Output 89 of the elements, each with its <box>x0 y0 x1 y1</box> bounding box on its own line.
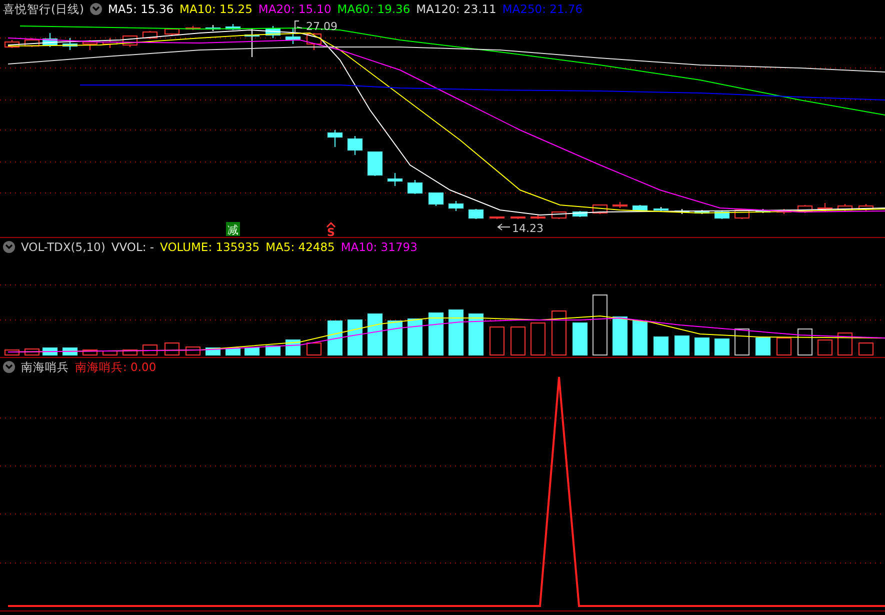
candlestick <box>102 38 118 48</box>
candlestick <box>468 208 484 220</box>
candlestick <box>572 210 588 218</box>
dropdown-icon[interactable] <box>90 3 102 15</box>
candlestick <box>694 210 710 214</box>
volume-bar <box>428 312 444 356</box>
volume-bar <box>756 338 770 356</box>
signal-marker: S <box>327 226 335 237</box>
legend-value: MA5: 15.36 <box>108 2 174 16</box>
candlestick <box>328 130 342 148</box>
candlestick <box>82 40 98 50</box>
volume-bar <box>674 336 690 356</box>
volume-bar <box>572 322 588 356</box>
arrow-icon <box>497 224 510 230</box>
volume-bar <box>4 350 20 356</box>
candlestick <box>654 206 668 212</box>
pane-title: 喜悦智行(日线) <box>3 2 84 16</box>
volume-bar <box>490 326 504 356</box>
volume-bar <box>186 346 200 356</box>
volume-bar <box>612 316 628 356</box>
volume-bar <box>654 336 668 356</box>
legend-value: MA120: 23.11 <box>416 2 496 16</box>
volume-bar <box>368 314 382 356</box>
candlestick <box>388 172 402 186</box>
candlestick <box>756 208 770 214</box>
volume-bar <box>266 346 280 356</box>
volume-bar <box>448 310 464 356</box>
caret-icon <box>326 222 336 228</box>
legend-value: MA10: 31793 <box>340 240 418 254</box>
volume-bar <box>408 318 422 356</box>
volume-bar <box>142 344 158 356</box>
volume-bar <box>468 314 484 356</box>
volume-bar <box>306 342 322 356</box>
candlestick <box>286 28 300 44</box>
volume-bar <box>694 338 710 356</box>
volume-bar <box>798 328 812 356</box>
candlestick <box>632 204 648 212</box>
volume-bar <box>244 348 260 356</box>
candlestick <box>798 204 812 214</box>
candlestick <box>4 40 20 48</box>
legend-value: 南海哨兵: 0.00 <box>75 360 156 374</box>
candlestick <box>428 192 444 206</box>
candlestick <box>42 32 58 48</box>
signal-marker: 减 <box>226 222 240 236</box>
candlestick <box>530 214 546 220</box>
volume-bar <box>734 328 750 356</box>
volume-bar <box>328 320 342 356</box>
volume-bar <box>632 320 648 356</box>
volume-bar <box>510 326 526 356</box>
candlestick <box>164 28 180 36</box>
candlestick <box>408 180 422 194</box>
candlestick <box>368 152 382 176</box>
candlestick <box>348 136 362 156</box>
volume-bar <box>776 338 792 356</box>
volume-bar <box>530 322 546 356</box>
volume-bar <box>82 350 98 356</box>
candlestick <box>266 26 280 38</box>
candlestick <box>490 216 504 220</box>
volume-bar <box>838 332 852 356</box>
candlestick <box>226 24 240 30</box>
dropdown-icon[interactable] <box>3 241 15 253</box>
candlestick <box>62 38 78 50</box>
volume-bar <box>122 350 138 356</box>
legend-value: MA10: 15.25 <box>180 2 252 16</box>
pane-title: 南海哨兵 <box>21 360 69 374</box>
dropdown-icon[interactable] <box>3 361 15 373</box>
volume-bar <box>102 350 118 356</box>
legend-value: MA20: 15.10 <box>258 2 332 16</box>
volume-bar <box>714 338 730 356</box>
volume-bar <box>164 342 180 356</box>
candlestick <box>306 32 322 50</box>
legend-value: VVOL: - <box>111 240 154 254</box>
candlestick <box>838 204 852 212</box>
candlestick <box>244 28 260 58</box>
volume-bar <box>552 310 566 356</box>
legend-value: MA60: 19.36 <box>337 2 410 16</box>
volume-bar <box>592 294 608 356</box>
candlestick <box>858 204 874 212</box>
pane-title: VOL-TDX(5,10) <box>21 240 106 254</box>
legend-value: VOLUME: 135935 <box>160 240 260 254</box>
volume-bar <box>388 320 402 356</box>
volume-bar <box>818 340 832 356</box>
volume-bar <box>858 342 874 356</box>
legend-value: MA250: 21.76 <box>502 2 583 16</box>
legend-value: MA5: 42485 <box>266 240 335 254</box>
volume-bar <box>348 320 362 356</box>
flag-icon <box>294 20 302 34</box>
candlestick <box>510 216 526 220</box>
low-price-label: 14.23 <box>512 222 544 235</box>
